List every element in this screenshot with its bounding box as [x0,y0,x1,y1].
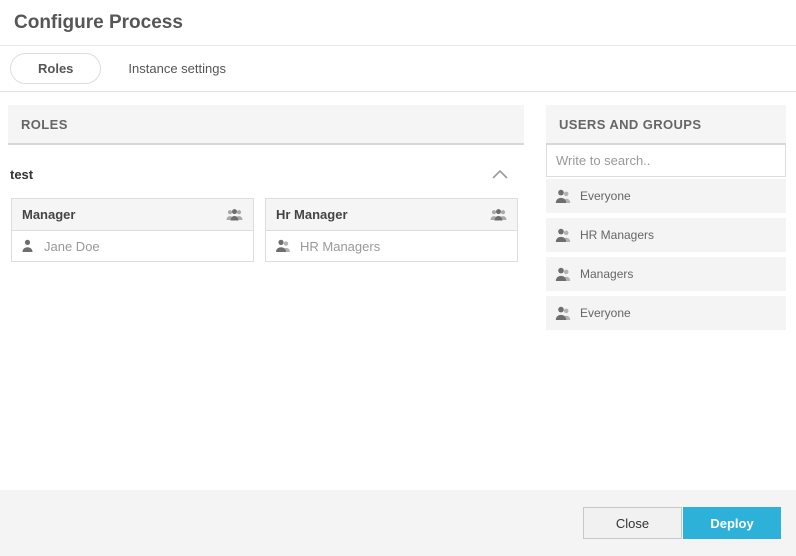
role-assignment[interactable]: HR Managers [265,231,518,262]
users-panel-header: USERS AND GROUPS [546,105,786,145]
list-item[interactable]: HR Managers [546,218,786,252]
tab-roles[interactable]: Roles [10,53,101,84]
roles-panel-header: ROLES [8,105,524,145]
close-button[interactable]: Close [583,507,682,539]
role-group-row: test [8,167,524,182]
user-icon [555,189,571,204]
list-item[interactable]: Everyone [546,179,786,213]
role-card-manager: Manager Jane Doe [11,198,254,262]
footer-buttons: Close Deploy [583,507,781,539]
user-icon [21,239,35,253]
role-assignment[interactable]: Jane Doe [11,231,254,262]
page-title: Configure Process [14,12,183,34]
list-item[interactable]: Managers [546,257,786,291]
role-group-name: test [10,167,33,182]
dialog-footer: Close Deploy [0,490,796,556]
role-cards: Manager Jane Doe [8,198,524,262]
assignee-name: HR Managers [300,239,380,254]
list-item-label: Managers [580,267,633,281]
list-item-label: Everyone [580,306,631,320]
role-card-header: Manager [11,198,254,231]
role-card-header: Hr Manager [265,198,518,231]
tab-instance-settings[interactable]: Instance settings [128,61,226,76]
search-input[interactable] [546,145,786,177]
list-item-label: Everyone [580,189,631,203]
user-group-icon [275,239,291,253]
users-and-groups-panel: USERS AND GROUPS Everyone [546,105,786,335]
dialog-content: ROLES test Manager [0,93,796,490]
dialog-header: Configure Process [0,0,796,46]
users-groups-list: Everyone HR Managers M [546,179,786,330]
role-name: Manager [22,207,75,222]
assignee-name: Jane Doe [44,239,100,254]
chevron-up-icon[interactable] [491,168,509,182]
user-icon [555,228,571,243]
role-card-hr-manager: Hr Manager [265,198,518,262]
role-name: Hr Manager [276,207,348,222]
list-item-label: HR Managers [580,228,654,242]
deploy-button[interactable]: Deploy [683,507,781,539]
tab-bar: Roles Instance settings [0,46,796,92]
user-icon [555,267,571,282]
list-item[interactable]: Everyone [546,296,786,330]
user-icon [555,306,571,321]
group-icon[interactable] [226,208,243,222]
roles-panel: ROLES test Manager [8,105,524,262]
group-icon[interactable] [490,208,507,222]
